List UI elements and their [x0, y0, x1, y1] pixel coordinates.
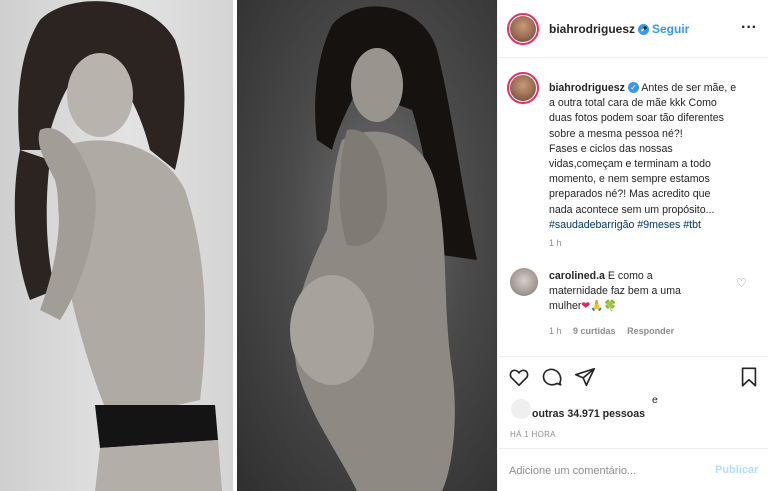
post-header: biahrodriguesz ✓ • Seguir ··· [498, 0, 768, 58]
caption-avatar[interactable] [510, 75, 536, 101]
reply-button[interactable]: Responder [627, 326, 674, 336]
author-avatar[interactable] [510, 16, 536, 42]
caption-text: biahrodriguesz ✓ Antes de ser mãe, e a ou… [549, 81, 763, 233]
pray-emoji: 🙏 [590, 300, 604, 313]
post-timestamp[interactable]: HÁ 1 HORA [510, 430, 556, 439]
comment-bubble-icon[interactable] [541, 366, 563, 388]
post-actions [498, 356, 768, 396]
like-heart-icon[interactable] [508, 366, 530, 388]
share-paper-plane-icon[interactable] [574, 366, 596, 388]
caption-username[interactable]: biahrodriguesz [549, 82, 625, 94]
caption-verified-badge-icon: ✓ [627, 82, 639, 93]
author-username-text[interactable]: biahrodriguesz [549, 22, 635, 36]
caption-timestamp[interactable]: 1 h [549, 238, 562, 248]
caption-line-4: sobre a mesma pessoa né?! [549, 127, 683, 140]
comment-input[interactable] [509, 461, 699, 481]
caption-line-9: nada acontece sem um propósito... [549, 203, 715, 216]
author-username[interactable]: biahrodriguesz ✓ [549, 22, 650, 36]
caption-line-5: Fases e ciclos das nossas [549, 142, 673, 155]
comment-text-line-2: maternidade faz bem a uma [549, 285, 681, 298]
post-image[interactable] [0, 0, 497, 491]
comment-text-line-3: mulher [549, 300, 582, 313]
caption-line-1: biahrodriguesz ✓ Antes de ser mãe, e [549, 81, 763, 96]
likes-others-count[interactable]: outras 34.971 pessoas [532, 408, 645, 420]
caption-line-3: duas fotos podem soar tão diferentes [549, 112, 724, 125]
caption-hashtags[interactable]: #saudadebarrigão #9meses #tbt [549, 218, 763, 233]
comment-timestamp[interactable]: 1 h [549, 326, 562, 336]
liker-avatar[interactable] [511, 399, 531, 419]
save-bookmark-icon[interactable] [738, 366, 760, 388]
comment-meta: 1 h 9 curtidas Responder [549, 326, 683, 336]
likes-summary: e outras 34.971 pessoas [498, 393, 768, 423]
dot-separator: • [643, 21, 648, 35]
caption-line-8: preparados né?! Mas acredito que [549, 188, 711, 201]
comment-like-heart-icon[interactable]: ♡ [736, 276, 747, 290]
caption-line-2: a outra total cara de mãe kkk Como [549, 97, 717, 110]
photo-before-pregnancy [0, 0, 233, 491]
more-options-icon[interactable]: ··· [741, 19, 757, 37]
photo-pregnant [237, 0, 497, 491]
follow-button[interactable]: Seguir [652, 22, 689, 36]
heart-emoji: ❤ [581, 300, 591, 313]
clover-emoji: 🍀 [603, 300, 617, 313]
caption-line-7: momento, e nem sempre estamos [549, 173, 710, 186]
comment-likes-count[interactable]: 9 curtidas [573, 326, 616, 336]
caption-line-1-text: Antes de ser mãe, e [641, 82, 737, 94]
commenter-avatar[interactable] [510, 268, 538, 296]
publish-button[interactable]: Publicar [715, 464, 758, 476]
post-sidebar: biahrodriguesz ✓ • Seguir ··· biahrodrigu… [497, 0, 768, 491]
commenter-username[interactable]: carolined.a [549, 270, 605, 282]
caption-line-6: vidas,começam e terminam a todo [549, 158, 711, 171]
add-comment-bar: Publicar [498, 448, 768, 491]
comment-text: carolined.a E como a maternidade faz bem… [549, 269, 729, 315]
likes-and-text: e [652, 394, 658, 406]
comment-text-line-1: E como a [607, 270, 653, 282]
